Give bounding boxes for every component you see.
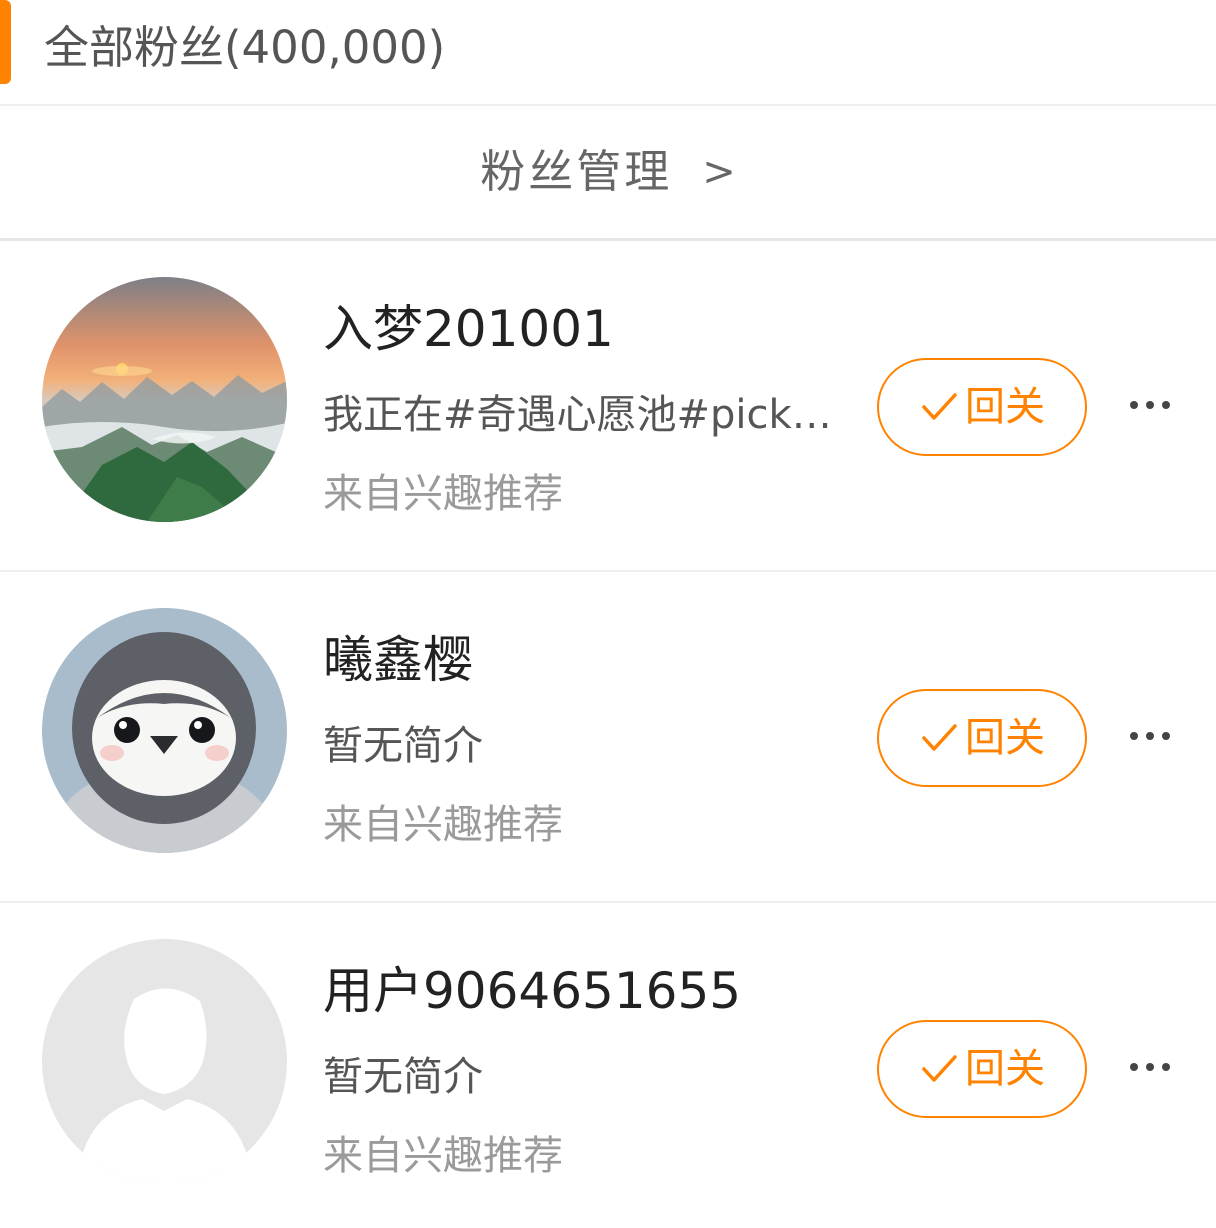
fan-name[interactable]: 用户9064651655	[323, 959, 741, 1023]
more-dots-icon	[1130, 401, 1170, 409]
fan-source: 来自兴趣推荐	[323, 471, 563, 517]
fans-page: 全部粉丝(400,000) 粉丝管理 > 入梦201001 我正在#奇遇心愿池#…	[0, 0, 1216, 1228]
fan-bio: 暂无简介	[323, 1054, 483, 1100]
more-options-button[interactable]	[1120, 714, 1180, 758]
page-header: 全部粉丝(400,000)	[0, 0, 1216, 105]
check-icon	[922, 1055, 957, 1082]
fan-bio: 我正在#奇遇心愿池#pick…	[323, 392, 832, 438]
more-options-button[interactable]	[1120, 383, 1180, 427]
follow-back-label: 回关	[965, 715, 1045, 761]
follow-back-label: 回关	[965, 384, 1045, 430]
header-accent-bar	[0, 0, 11, 84]
check-icon	[922, 724, 957, 751]
fan-management-link[interactable]: 粉丝管理 >	[0, 106, 1216, 238]
fan-bio: 暂无简介	[323, 723, 483, 769]
penguin-avatar[interactable]	[42, 608, 287, 853]
fan-row[interactable]: 用户9064651655 暂无简介 来自兴趣推荐 回关	[0, 903, 1216, 1228]
follow-back-button[interactable]: 回关	[877, 689, 1087, 787]
fan-name[interactable]: 入梦201001	[323, 297, 614, 361]
follow-back-label: 回关	[965, 1046, 1045, 1092]
follow-back-button[interactable]: 回关	[877, 358, 1087, 456]
check-icon	[922, 393, 957, 420]
more-dots-icon	[1130, 1063, 1170, 1071]
fan-source: 来自兴趣推荐	[323, 1133, 563, 1179]
follow-back-button[interactable]: 回关	[877, 1020, 1087, 1118]
fan-row[interactable]: 入梦201001 我正在#奇遇心愿池#pick… 来自兴趣推荐 回关	[0, 241, 1216, 572]
more-options-button[interactable]	[1120, 1045, 1180, 1089]
fan-row[interactable]: 曦鑫樱 暂无简介 来自兴趣推荐 回关	[0, 572, 1216, 903]
sunset-mountain-avatar[interactable]	[42, 277, 287, 522]
fan-management-label: 粉丝管理	[480, 145, 673, 198]
fan-source: 来自兴趣推荐	[323, 802, 563, 848]
more-dots-icon	[1130, 732, 1170, 740]
page-title: 全部粉丝(400,000)	[44, 21, 446, 74]
chevron-right-icon: >	[702, 149, 736, 195]
fan-name[interactable]: 曦鑫樱	[323, 628, 473, 692]
default-user-avatar[interactable]	[42, 939, 287, 1184]
